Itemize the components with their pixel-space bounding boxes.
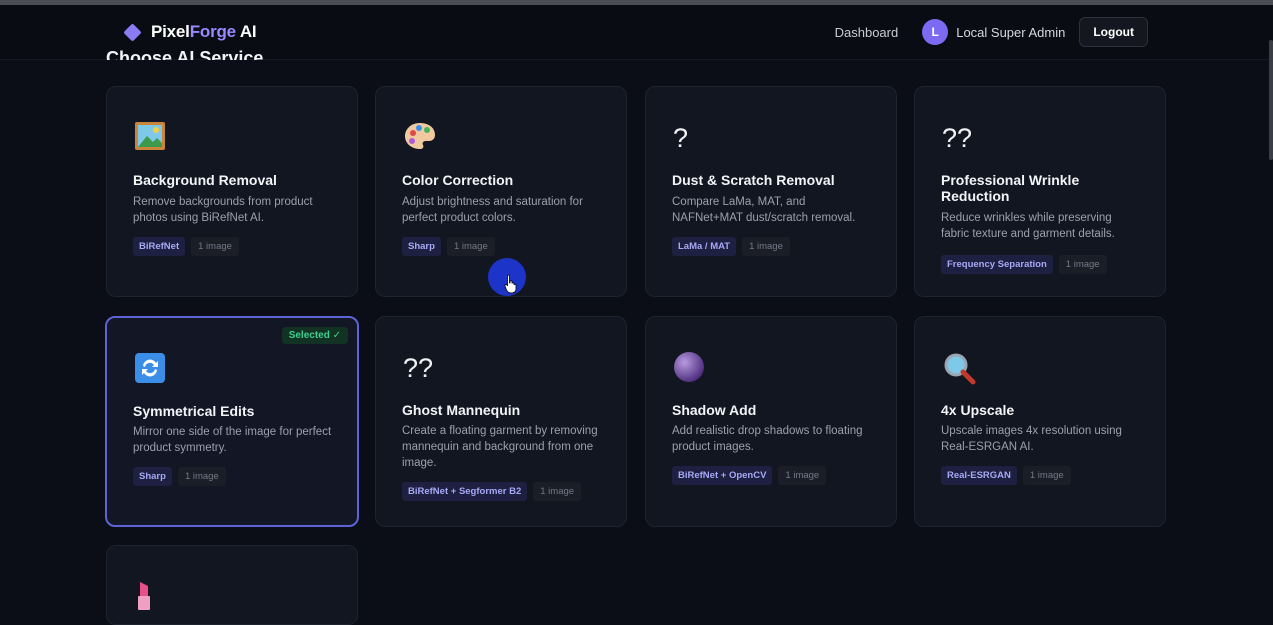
tech-tag: Sharp	[402, 237, 441, 256]
logout-button[interactable]: Logout	[1079, 17, 1148, 47]
service-card-ghost-mannequin[interactable]: ?? Ghost Mannequin Create a floating gar…	[375, 316, 627, 527]
service-card-symmetrical-edits[interactable]: Selected ✓ Symmetrical Edits Mirror one …	[105, 316, 359, 527]
card-tags: Frequency Separation 1 image	[941, 255, 1107, 274]
card-title: Dust & Scratch Removal	[672, 172, 835, 188]
card-tags: BiRefNet 1 image	[133, 237, 239, 256]
purple-circle-icon	[673, 351, 707, 385]
nav-dashboard-link[interactable]: Dashboard	[835, 25, 899, 40]
tech-tag: BiRefNet + Segformer B2	[402, 482, 528, 501]
service-card-background-removal[interactable]: Background Removal Remove backgrounds fr…	[106, 86, 358, 297]
tech-tag: BiRefNet + OpenCV	[672, 466, 773, 485]
service-card-shadow-add[interactable]: Shadow Add Add realistic drop shadows to…	[645, 316, 897, 527]
card-title: Ghost Mannequin	[402, 402, 521, 418]
tech-tag: LaMa / MAT	[672, 237, 737, 256]
card-title: Professional Wrinkle Reduction	[941, 172, 1080, 204]
section-title: Choose AI Service	[106, 48, 264, 60]
card-description: Upscale images 4x resolution using Real-…	[941, 425, 1122, 453]
image-count-tag: 1 image	[191, 237, 239, 256]
tech-tag: BiRefNet	[133, 237, 186, 256]
avatar[interactable]: L	[922, 19, 949, 45]
image-count-tag: 1 image	[742, 237, 790, 256]
card-tags: Sharp 1 image	[402, 237, 495, 256]
diamond-logo-icon	[123, 22, 142, 42]
card-title: 4x Upscale	[941, 402, 1015, 418]
card-description: Compare LaMa, MAT, and NAFNet+MAT dust/s…	[672, 196, 856, 224]
service-card-wrinkle-reduction[interactable]: ?? Professional Wrinkle Reduction Reduce…	[914, 86, 1166, 297]
image-count-tag: 1 image	[1022, 466, 1071, 485]
image-count-tag: 1 image	[1058, 255, 1107, 274]
image-count-tag: 1 image	[778, 466, 827, 485]
header-nav: Dashboard L Local Super Admin Logout	[835, 17, 1148, 47]
image-count-tag: 1 image	[533, 482, 582, 501]
service-card-4x-upscale[interactable]: 4x Upscale Upscale images 4x resolution …	[914, 316, 1166, 527]
service-card-partial[interactable]	[106, 545, 358, 625]
card-tags: Sharp 1 image	[133, 467, 226, 486]
card-tags: BiRefNet + Segformer B2 1 image	[402, 482, 582, 501]
card-description: Remove backgrounds from product photos u…	[133, 196, 313, 224]
question-mark-icon: ??	[403, 353, 434, 383]
lipstick-icon	[134, 580, 168, 614]
page-scrollbar[interactable]	[1269, 40, 1273, 160]
card-title: Symmetrical Edits	[133, 403, 255, 419]
card-description: Mirror one side of the image for perfect…	[133, 426, 332, 454]
magnifier-icon	[942, 351, 976, 385]
palette-icon	[403, 121, 437, 155]
framed-picture-icon	[134, 121, 168, 155]
hand-cursor-icon	[504, 274, 518, 294]
card-description: Reduce wrinkles while preserving fabric …	[941, 212, 1115, 240]
tech-tag: Sharp	[133, 467, 172, 486]
user-name: Local Super Admin	[956, 24, 1066, 40]
card-title: Color Correction	[402, 172, 514, 188]
card-description: Create a floating garment by removing ma…	[402, 425, 598, 469]
image-count-tag: 1 image	[177, 467, 226, 486]
tech-tag: Frequency Separation	[941, 255, 1053, 274]
service-card-dust-scratch-removal[interactable]: ? Dust & Scratch Removal Compare LaMa, M…	[645, 86, 897, 297]
card-title: Shadow Add	[672, 402, 757, 418]
brand-logo[interactable]: PixelForge AI	[123, 22, 257, 42]
image-count-tag: 1 image	[446, 237, 495, 256]
card-tags: BiRefNet + OpenCV 1 image	[672, 466, 827, 485]
arrows-cycle-icon	[134, 352, 168, 386]
tech-tag: Real-ESRGAN	[941, 466, 1017, 485]
question-mark-icon: ??	[942, 123, 973, 153]
selected-badge: Selected ✓	[281, 327, 348, 344]
question-mark-icon: ?	[673, 123, 689, 153]
card-description: Adjust brightness and saturation for per…	[402, 196, 583, 224]
card-tags: Real-ESRGAN 1 image	[941, 466, 1071, 485]
brand-name: PixelForge AI	[151, 22, 257, 41]
card-title: Background Removal	[133, 172, 277, 188]
card-description: Add realistic drop shadows to floating p…	[672, 425, 863, 453]
card-tags: LaMa / MAT 1 image	[672, 237, 790, 256]
